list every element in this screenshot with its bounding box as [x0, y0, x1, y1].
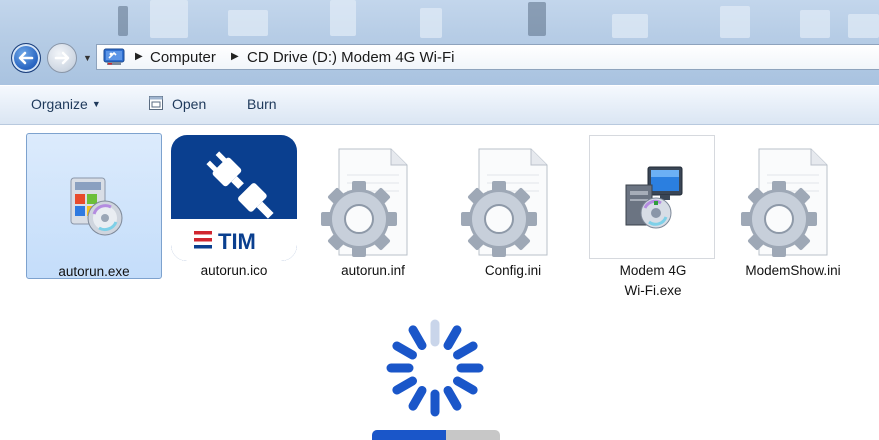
chevron-down-icon: ▼	[91, 99, 101, 109]
file-item-config-ini[interactable]: Config.ini	[445, 133, 581, 279]
address-bar[interactable]: ▶ Computer ▶ CD Drive (D:) Modem 4G Wi-F…	[96, 44, 879, 70]
file-item-autorun-exe[interactable]: autorun.exe	[26, 133, 162, 279]
breadcrumb-cd-drive[interactable]: CD Drive (D:) Modem 4G Wi-Fi	[247, 49, 455, 66]
tim-plug-icon: TIM	[171, 135, 297, 261]
recent-pages-dropdown[interactable]: ▼	[83, 53, 92, 63]
file-name: autorun.inf	[341, 263, 405, 278]
background-blur	[800, 10, 830, 38]
burn-button[interactable]: Burn	[247, 96, 277, 112]
file-item-autorun-inf[interactable]: autorun.inf	[305, 133, 441, 279]
open-button[interactable]: Open	[172, 96, 206, 112]
installer-icon	[70, 177, 123, 236]
file-name: autorun.exe	[58, 264, 130, 279]
breadcrumb-computer[interactable]: Computer	[150, 49, 216, 66]
background-blur	[612, 14, 648, 38]
tim-logo-text: TIM	[218, 229, 256, 254]
command-toolbar: Organize ▼ Open Burn	[0, 85, 879, 125]
file-item-autorun-ico[interactable]: TIM autorun.ico	[166, 133, 302, 279]
background-blur	[528, 2, 546, 36]
file-name: ModemShow.ini	[745, 263, 841, 278]
background-blur	[118, 6, 128, 36]
arrow-left-icon	[18, 51, 34, 65]
file-item-modem-exe[interactable]: Modem 4G Wi-Fi.exe	[585, 133, 721, 298]
file-name: Config.ini	[484, 263, 542, 278]
organize-button[interactable]: Organize ▼	[31, 96, 101, 112]
background-blur	[848, 14, 879, 38]
progress-fill	[372, 430, 447, 440]
loading-spinner-icon	[386, 319, 484, 417]
background-blur	[228, 10, 268, 36]
open-icon	[149, 96, 163, 110]
title-bar: ▼ ▶ Computer ▶ CD Drive (D:) Modem 4G Wi…	[0, 0, 879, 85]
forward-button[interactable]	[47, 43, 77, 73]
settings-file-icon	[741, 148, 828, 257]
background-blur	[330, 0, 356, 36]
breadcrumb-separator[interactable]: ▶	[135, 51, 143, 62]
background-blur	[150, 0, 188, 38]
arrow-right-icon	[54, 51, 70, 65]
file-name: Modem 4G Wi-Fi.exe	[619, 263, 687, 298]
file-item-modemshow-ini[interactable]: ModemShow.ini	[725, 133, 861, 279]
settings-file-icon	[321, 148, 408, 257]
background-blur	[420, 8, 442, 38]
drive-icon	[103, 48, 125, 65]
background-blur	[720, 6, 750, 38]
settings-file-icon	[461, 148, 548, 257]
organize-label: Organize	[31, 96, 88, 112]
loading-progress-bar	[372, 430, 500, 440]
back-button[interactable]	[11, 43, 41, 73]
file-name: autorun.ico	[200, 263, 268, 278]
setup-icon	[625, 166, 683, 229]
breadcrumb-separator[interactable]: ▶	[231, 51, 239, 62]
